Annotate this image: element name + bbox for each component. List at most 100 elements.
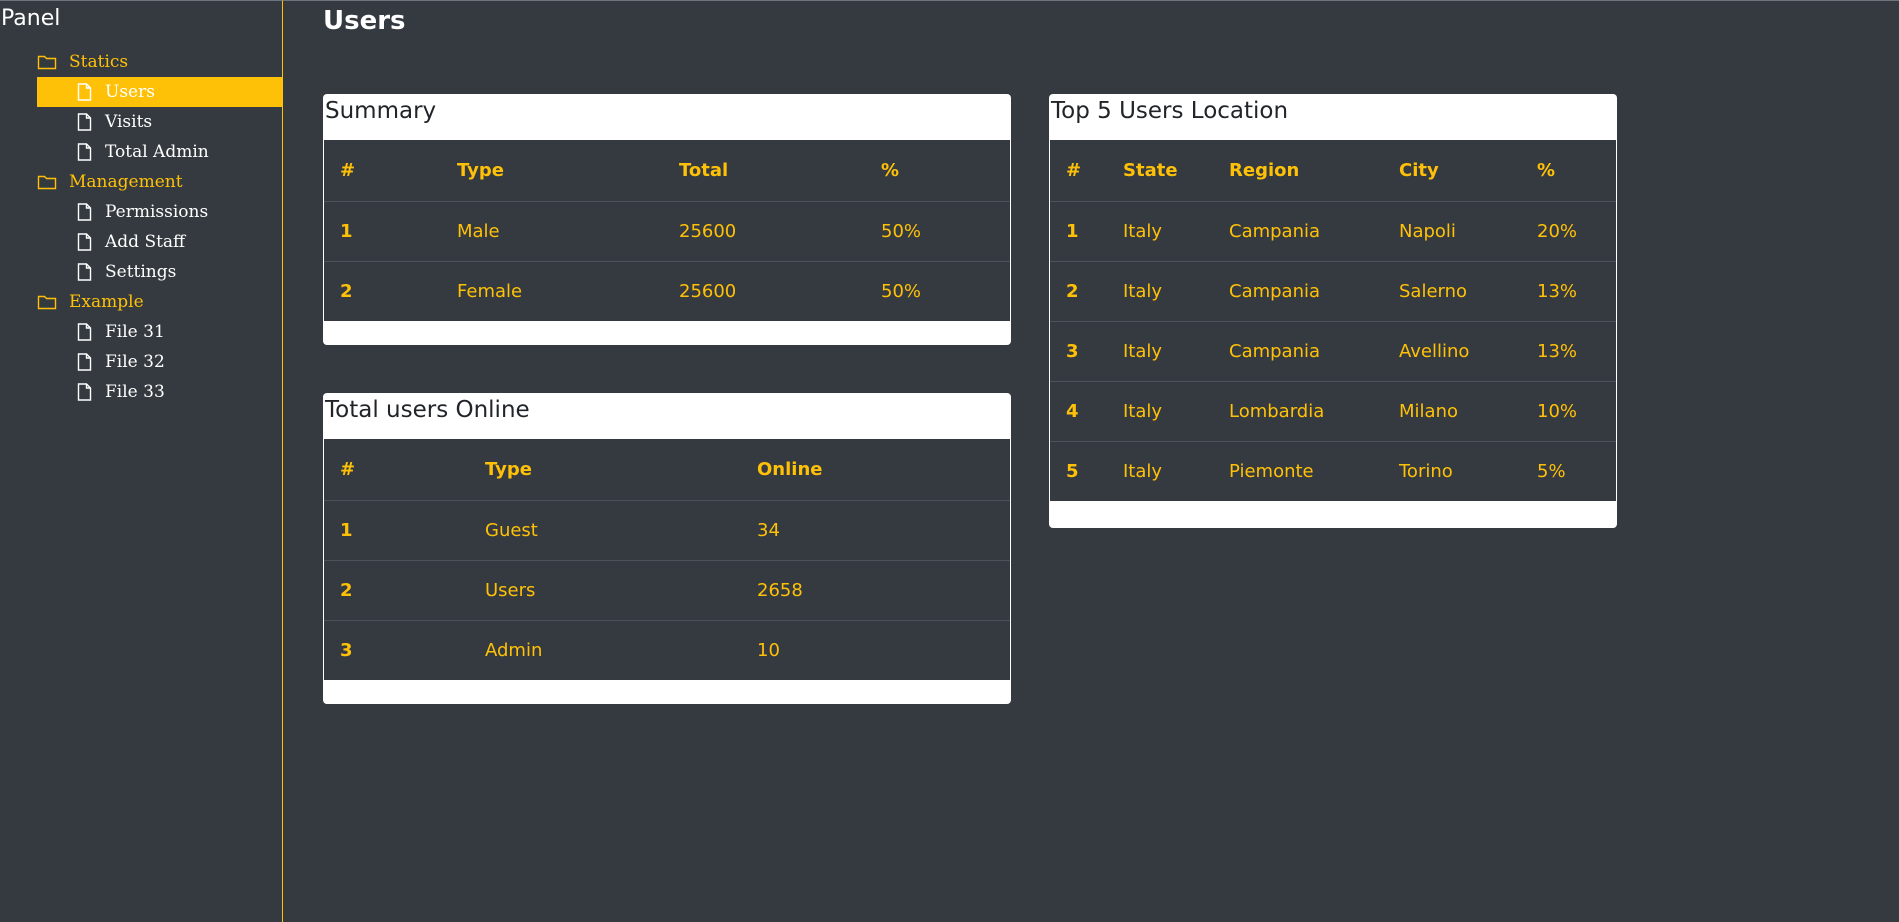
table-cell: 50% <box>865 200 1010 261</box>
table-row: 3 Italy Campania Avellino 13% <box>1050 320 1616 381</box>
table-cell: 13% <box>1521 260 1616 321</box>
table-row: 1 Guest 34 <box>324 499 1010 560</box>
table-cell: 1 <box>324 499 469 560</box>
table-cell: Avellino <box>1383 320 1521 381</box>
table-cell: 4 <box>1050 380 1107 441</box>
column-header: Online <box>741 439 1010 501</box>
table-cell: 3 <box>324 619 469 680</box>
file-icon <box>77 203 92 221</box>
sidebar-item-label: Visits <box>105 112 153 132</box>
sidebar-item-label: Management <box>69 172 183 192</box>
sidebar-item-label: Permissions <box>105 202 209 222</box>
column-header: Type <box>441 140 663 202</box>
sidebar-folder-management[interactable]: Management <box>0 167 282 197</box>
file-icon <box>77 263 92 281</box>
sidebar-item-users[interactable]: Users <box>37 77 282 107</box>
table-cell: Italy <box>1107 320 1213 381</box>
column-header: # <box>324 140 441 202</box>
table-row: 2 Italy Campania Salerno 13% <box>1050 260 1616 321</box>
table-cell: Milano <box>1383 380 1521 441</box>
location-table: # State Region City % 1 Italy Campania N… <box>1050 140 1616 501</box>
table-row: 3 Admin 10 <box>324 619 1010 680</box>
card-title: Top 5 Users Location <box>1051 98 1289 124</box>
table-cell: 5% <box>1521 440 1616 501</box>
column-header: State <box>1107 140 1213 202</box>
summary-table: # Type Total % 1 Male 25600 50% 2 Female… <box>324 140 1010 321</box>
sidebar-item-visits[interactable]: Visits <box>0 107 282 137</box>
table-row: 1 Italy Campania Napoli 20% <box>1050 200 1616 261</box>
table-cell: Italy <box>1107 440 1213 501</box>
table-cell: Campania <box>1213 260 1383 321</box>
table-cell: Users <box>469 559 741 620</box>
sidebar-item-file-31[interactable]: File 31 <box>0 317 282 347</box>
sidebar-item-settings[interactable]: Settings <box>0 257 282 287</box>
folder-icon <box>37 55 57 70</box>
online-table: # Type Online 1 Guest 34 2 Users 2658 3 … <box>324 439 1010 680</box>
page-title: Users <box>323 6 406 36</box>
table-row: 1 Male 25600 50% <box>324 200 1010 261</box>
file-icon <box>77 83 92 101</box>
summary-card: Summary # Type Total % 1 Male 25600 50% … <box>323 94 1011 345</box>
location-card: Top 5 Users Location # State Region City… <box>1049 94 1617 528</box>
sidebar-item-label: Example <box>69 292 144 312</box>
table-header-row: # Type Online <box>324 439 1010 501</box>
column-header: Total <box>663 140 865 202</box>
folder-icon <box>37 175 57 190</box>
table-cell: Male <box>441 200 663 261</box>
table-cell: 2658 <box>741 559 1010 620</box>
sidebar-item-total-admin[interactable]: Total Admin <box>0 137 282 167</box>
column-header: # <box>1050 140 1107 202</box>
table-cell: 25600 <box>663 260 865 321</box>
file-icon <box>77 323 92 341</box>
sidebar-folder-statics[interactable]: Statics <box>0 47 282 77</box>
sidebar-item-file-32[interactable]: File 32 <box>0 347 282 377</box>
file-icon <box>77 113 92 131</box>
table-cell: Napoli <box>1383 200 1521 261</box>
table-header-row: # Type Total % <box>324 140 1010 202</box>
column-header: Region <box>1213 140 1383 202</box>
table-cell: 20% <box>1521 200 1616 261</box>
sidebar-item-label: Total Admin <box>105 142 209 162</box>
file-icon <box>77 383 92 401</box>
sidebar-item-label: Add Staff <box>105 232 186 252</box>
table-cell: Campania <box>1213 320 1383 381</box>
table-cell: 1 <box>324 200 441 261</box>
sidebar-item-add-staff[interactable]: Add Staff <box>0 227 282 257</box>
table-row: 2 Users 2658 <box>324 559 1010 620</box>
sidebar: Panel Statics Users Visits Total Admin M… <box>0 0 283 922</box>
column-header: Type <box>469 439 741 501</box>
table-cell: 10% <box>1521 380 1616 441</box>
table-cell: Campania <box>1213 200 1383 261</box>
table-cell: 2 <box>1050 260 1107 321</box>
file-icon <box>77 233 92 251</box>
sidebar-item-label: Settings <box>105 262 177 282</box>
table-header-row: # State Region City % <box>1050 140 1616 202</box>
table-cell: 50% <box>865 260 1010 321</box>
table-row: 5 Italy Piemonte Torino 5% <box>1050 440 1616 501</box>
table-cell: 10 <box>741 619 1010 680</box>
table-cell: Salerno <box>1383 260 1521 321</box>
column-header: City <box>1383 140 1521 202</box>
table-row: 4 Italy Lombardia Milano 10% <box>1050 380 1616 441</box>
sidebar-item-permissions[interactable]: Permissions <box>0 197 282 227</box>
panel-title: Panel <box>1 6 61 31</box>
table-cell: Italy <box>1107 260 1213 321</box>
table-cell: Italy <box>1107 200 1213 261</box>
sidebar-item-label: Users <box>105 82 155 102</box>
column-header: # <box>324 439 469 501</box>
file-icon <box>77 143 92 161</box>
table-cell: Female <box>441 260 663 321</box>
sidebar-item-file-33[interactable]: File 33 <box>0 377 282 407</box>
column-header: % <box>1521 140 1616 202</box>
table-cell: Guest <box>469 499 741 560</box>
table-cell: 3 <box>1050 320 1107 381</box>
table-cell: Piemonte <box>1213 440 1383 501</box>
sidebar-item-label: Statics <box>69 52 129 72</box>
card-title: Total users Online <box>325 397 530 423</box>
sidebar-folder-example[interactable]: Example <box>0 287 282 317</box>
table-cell: 34 <box>741 499 1010 560</box>
file-icon <box>77 353 92 371</box>
sidebar-item-label: File 31 <box>105 322 165 342</box>
table-cell: 25600 <box>663 200 865 261</box>
column-header: % <box>865 140 1010 202</box>
